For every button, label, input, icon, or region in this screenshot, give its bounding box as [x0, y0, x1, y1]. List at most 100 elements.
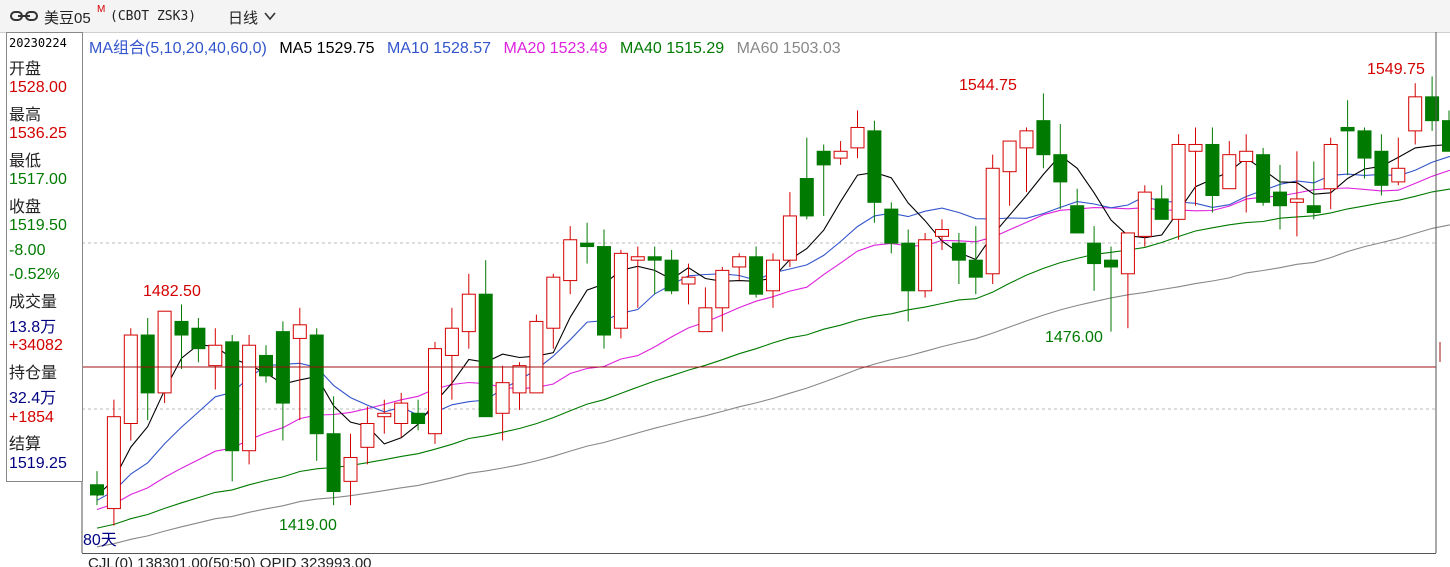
open-value: 1528.00 [9, 79, 67, 97]
candle [750, 247, 763, 298]
candle-body [1138, 192, 1151, 236]
candle-body [412, 413, 425, 423]
candle-body [158, 311, 171, 393]
candle-body [1003, 141, 1016, 172]
candle-body [936, 230, 949, 237]
oi-value: 32.4万 [9, 384, 56, 408]
candle-body [462, 294, 475, 331]
candle [462, 274, 475, 349]
candle [1409, 83, 1422, 144]
candle [310, 328, 323, 461]
candle [1358, 127, 1371, 178]
ma60-legend: MA60 1503.03 [737, 40, 841, 57]
candle [344, 434, 357, 505]
candle-body [1375, 151, 1388, 185]
candle [429, 342, 442, 444]
candle-body [868, 131, 881, 202]
candle-body [107, 417, 120, 509]
candle [851, 110, 864, 158]
candle-body [665, 260, 678, 291]
candle-body [1189, 144, 1202, 151]
candle [581, 223, 594, 264]
oi-label: 持仓量 [9, 359, 57, 383]
candle-body [91, 485, 104, 495]
candle [834, 141, 847, 165]
high-label: 最高 [9, 101, 41, 125]
candle-body [1121, 233, 1134, 274]
candle [969, 226, 982, 294]
candle-body [429, 349, 442, 434]
candle [243, 335, 256, 464]
candle [91, 471, 104, 505]
candle-body [1206, 144, 1219, 195]
candle [547, 274, 560, 349]
period-count-label: 80天 [83, 532, 117, 549]
volume-panel-text: CJL(0) 138301.00(50:50) OPID 323993.00 [88, 555, 372, 567]
candle-body [1155, 199, 1168, 219]
candle-body [800, 179, 813, 216]
candle [885, 202, 898, 253]
candle-body [648, 257, 661, 260]
candle-body [1037, 121, 1050, 155]
candle [1341, 100, 1354, 175]
candle [682, 264, 695, 305]
candle-body [969, 260, 982, 277]
candle [1037, 93, 1050, 168]
candle [1020, 127, 1033, 192]
date-value: 20230224 [9, 36, 67, 50]
candle [648, 247, 661, 295]
close-value: 1519.50 [9, 217, 67, 235]
annotation-high-3: 1549.75 [1367, 61, 1425, 78]
candle-body [834, 151, 847, 158]
candle [1274, 165, 1287, 230]
candle-body [986, 168, 999, 273]
candle [276, 321, 289, 440]
candle [767, 253, 780, 307]
candle-body [733, 257, 746, 267]
candle [1071, 189, 1084, 233]
candle [902, 230, 915, 322]
change-pct-value: -0.52% [9, 266, 60, 284]
candle-body [1443, 121, 1450, 152]
candle [209, 328, 222, 389]
candle-body [716, 270, 729, 307]
candle-body [682, 277, 695, 284]
candle [378, 400, 391, 434]
candle-body [598, 247, 611, 335]
candle [1206, 127, 1219, 212]
candle [1054, 124, 1067, 209]
candle [226, 335, 239, 481]
candle-body [750, 257, 763, 294]
ma-group-label[interactable]: MA组合(5,10,20,40,60,0) [89, 40, 267, 57]
ma40-legend: MA40 1515.29 [620, 40, 724, 57]
price-chart[interactable]: 1482.501419.001544.751476.001549.7580天 [0, 0, 1450, 566]
candle [598, 230, 611, 349]
candle-body [175, 321, 188, 335]
candle-body [1105, 260, 1118, 267]
volume-label: 成交量 [9, 288, 57, 312]
candle [175, 304, 188, 369]
settle-label: 结算 [9, 430, 41, 454]
candle-body [1274, 192, 1287, 206]
candle [158, 311, 171, 403]
ma10-legend: MA10 1528.57 [387, 40, 491, 57]
candle [513, 362, 526, 410]
candle-body [1257, 155, 1270, 203]
candle-body [445, 328, 458, 355]
candle [1324, 138, 1337, 209]
candle-body [783, 216, 796, 260]
candle [1392, 138, 1405, 186]
candle-body [1054, 155, 1067, 182]
volume-change: +34082 [9, 337, 63, 355]
candle [1003, 141, 1016, 206]
candle-body [1426, 97, 1439, 121]
candle-body [851, 127, 864, 147]
open-label: 开盘 [9, 55, 41, 79]
candle [1426, 76, 1439, 130]
candle [496, 366, 509, 441]
candle [1088, 226, 1101, 291]
change-value: -8.00 [9, 242, 45, 260]
candlestick-series [91, 76, 1450, 525]
candle [1375, 134, 1388, 195]
volume-value: 13.8万 [9, 313, 56, 337]
